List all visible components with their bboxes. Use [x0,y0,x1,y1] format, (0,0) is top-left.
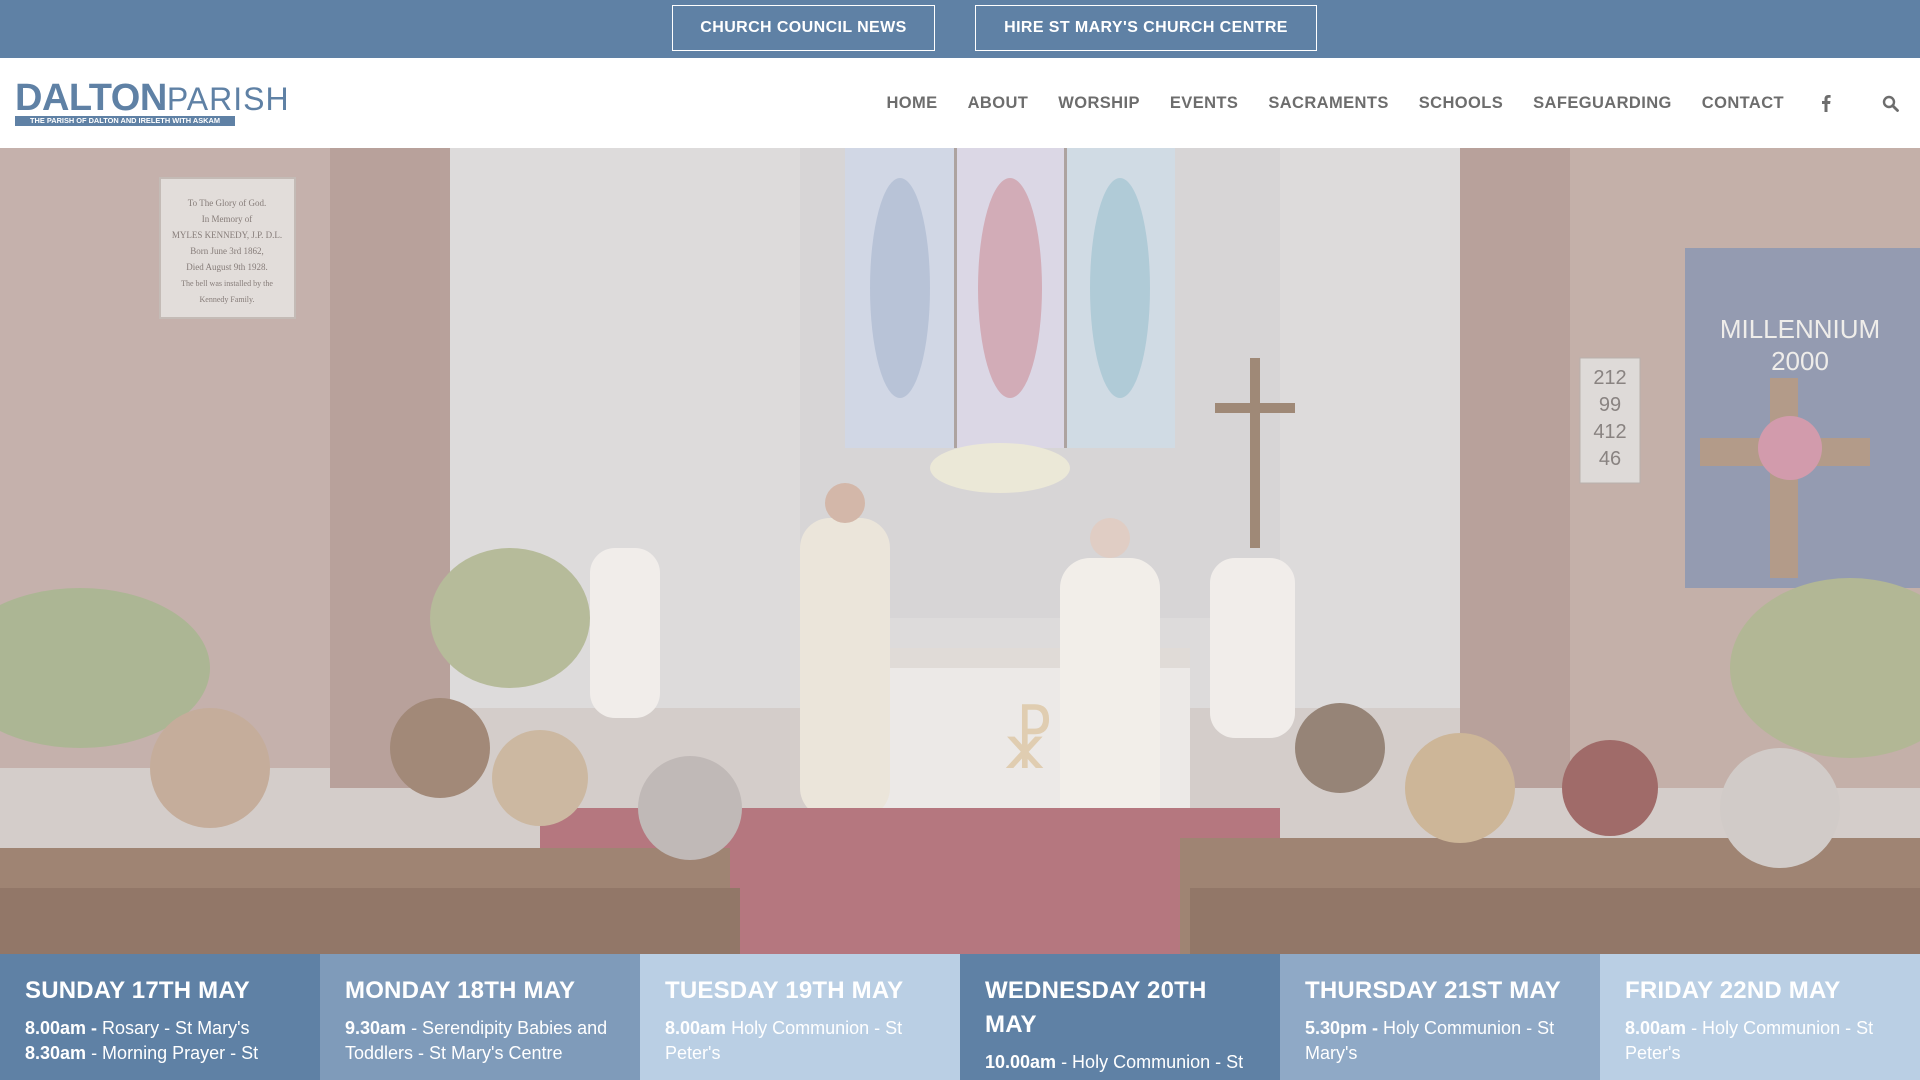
search-icon[interactable] [1878,95,1902,112]
nav-safeguarding[interactable]: SAFEGUARDING [1533,94,1672,113]
schedule-entry: 8.00am - Rosary - St Mary's [25,1016,295,1041]
schedule-entry: 9.30am - Serendipity Babies and Toddlers… [345,1016,615,1066]
day-title: FRIDAY 22ND MAY [1625,977,1841,1004]
day-title: WEDNESDAY 20TH MAY [985,977,1207,1038]
facebook-icon[interactable] [1814,94,1838,112]
announcement-bar: CHURCH COUNCIL NEWS HIRE ST MARY'S CHURC… [0,0,1920,58]
nav-schools[interactable]: SCHOOLS [1419,94,1503,113]
schedule-day-sunday: SUNDAY 17TH MAY 8.00am - Rosary - St Mar… [0,954,320,1080]
schedule-entry: 8.00am Holy Communion - St Peter's [665,1016,935,1066]
schedule-day-thursday: THURSDAY 21ST MAY 5.30pm - Holy Communio… [1280,954,1600,1080]
logo-tagline: THE PARISH OF DALTON AND IRELETH WITH AS… [15,116,235,126]
entry-text: Rosary - St Mary's [97,1018,250,1038]
hero-church-interior-image: To The Glory of God. In Memory of MYLES … [0,148,1920,954]
dalton-parish-logo[interactable]: DALTONPARISH THE PARISH OF DALTON AND IR… [15,77,289,126]
entry-time: 8.30am [25,1043,87,1063]
nav-about[interactable]: ABOUT [968,94,1029,113]
day-title: MONDAY 18TH MAY [345,977,576,1004]
site-header: DALTONPARISH THE PARISH OF DALTON AND IR… [0,58,1920,148]
nav-sacraments[interactable]: SACRAMENTS [1268,94,1388,113]
hire-church-centre-button[interactable]: HIRE ST MARY'S CHURCH CENTRE [975,5,1317,51]
schedule-day-monday: MONDAY 18TH MAY 9.30am - Serendipity Bab… [320,954,640,1080]
entry-time: 8.00am [665,1018,727,1038]
day-title: THURSDAY 21ST MAY [1305,977,1561,1004]
entry-time: 9.30am [345,1018,407,1038]
nav-worship[interactable]: WORSHIP [1058,94,1140,113]
nav-home[interactable]: HOME [886,94,937,113]
entry-text: - Morning Prayer - St [86,1043,259,1063]
entry-time: 10.00am [985,1052,1057,1072]
main-nav: HOME ABOUT WORSHIP EVENTS SACRAMENTS SCH… [886,58,1920,148]
schedule-day-tuesday: TUESDAY 19TH MAY 8.00am Holy Communion -… [640,954,960,1080]
schedule-entry: 10.00am - Holy Communion - St [985,1050,1255,1075]
logo-dalton-text: DALTON [15,77,167,119]
schedule-entry: 8.00am - Holy Communion - St Peter's [1625,1016,1895,1066]
nav-contact[interactable]: CONTACT [1702,94,1784,113]
schedule-day-wednesday: WEDNESDAY 20TH MAY 10.00am - Holy Commun… [960,954,1280,1080]
church-council-news-button[interactable]: CHURCH COUNCIL NEWS [672,5,935,51]
entry-time: 8.00am - [25,1018,98,1038]
entry-time: 5.30pm - [1305,1018,1379,1038]
schedule-day-friday: FRIDAY 22ND MAY 8.00am - Holy Communion … [1600,954,1920,1080]
entry-text: - Holy Communion - St [1056,1052,1244,1072]
logo-parish-text: PARISH [166,81,290,117]
schedule-entry: 5.30pm - Holy Communion - St Mary's [1305,1016,1575,1066]
day-title: SUNDAY 17TH MAY [25,977,250,1004]
entry-time: 8.00am [1625,1018,1687,1038]
weekly-schedule: SUNDAY 17TH MAY 8.00am - Rosary - St Mar… [0,954,1920,1080]
schedule-entry: 8.30am - Morning Prayer - St [25,1041,295,1066]
day-title: TUESDAY 19TH MAY [665,977,904,1004]
nav-events[interactable]: EVENTS [1170,94,1238,113]
